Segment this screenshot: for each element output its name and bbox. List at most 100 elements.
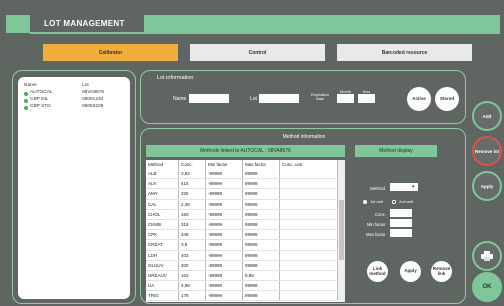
stored-button[interactable]: Stored [435, 87, 459, 111]
cell-min: -99999 [205, 239, 243, 251]
link-method-button[interactable]: Link method [367, 261, 388, 282]
cell-conc: 3,82 [178, 169, 206, 180]
lot-info-panel: Lot information Name Lot Expiration date… [140, 70, 466, 124]
table-scrollbar[interactable] [338, 160, 345, 302]
ok-button[interactable]: OK [472, 272, 502, 302]
cell-min: -99999 [205, 188, 243, 200]
remove-link-button[interactable]: Remove link [431, 261, 452, 282]
linked-methods-title: Methods linked to AUTOCAL : 08VA8676 [200, 148, 291, 154]
table-row[interactable]: TRIG 178 -99999 99999 [146, 290, 338, 302]
status-dot-icon [24, 105, 28, 110]
cell-max: 99999 [242, 290, 280, 302]
month-field[interactable] [337, 94, 354, 103]
lot-list-panel: Name Lot AUTOCAL 08VA8676 CBP DIL 080812… [12, 70, 136, 304]
table-row[interactable]: UREAUV 103 -99999 9,99 [146, 270, 338, 282]
name-label: Name [173, 96, 187, 102]
radio-first-unit[interactable] [363, 200, 367, 204]
list-item-name: CBP DIL [30, 97, 49, 102]
table-row[interactable]: AMY 325 -99999 99999 [146, 188, 338, 200]
remove-lot-button[interactable]: Remove lot [472, 136, 502, 166]
tab-barcoded-resource-label: Barcoded resource [381, 49, 428, 56]
cell-unit [279, 199, 338, 210]
title-bar: LOT MANAGEMENT [4, 5, 500, 34]
cell-unit [279, 219, 338, 231]
cell-unit [279, 239, 338, 251]
list-item[interactable]: AUTOCAL 08VA8676 [22, 90, 126, 97]
table-row[interactable]: ALK 415 -99999 99999 [146, 178, 338, 190]
method-display-title: Method display [379, 148, 413, 154]
cell-min: -99999 [205, 178, 243, 190]
method-select-label: Method [370, 186, 386, 191]
cell-conc: 318 [178, 219, 206, 231]
list-item[interactable]: CBP STD 08053229 [22, 104, 126, 111]
cell-max: 99999 [242, 199, 280, 210]
table-row[interactable]: CPK 349 -99999 99999 [146, 229, 338, 241]
table-row[interactable]: CKMB 318 -99999 99999 [146, 219, 338, 231]
table-row[interactable]: GLUUV 200 -99999 99999 [146, 260, 338, 271]
chevron-down-icon: ▾ [412, 184, 415, 190]
tab-barcoded-resource[interactable]: Barcoded resource [337, 44, 472, 61]
list-item-lot: 08081234 [82, 97, 104, 102]
min-factor-field[interactable] [390, 219, 412, 227]
cell-min: -99999 [205, 199, 243, 210]
scrollbar-thumb[interactable] [339, 200, 344, 260]
radio-first-label: 1st unit [370, 199, 383, 204]
active-button[interactable]: Active [407, 87, 431, 111]
name-field[interactable] [189, 94, 229, 103]
cell-method: TRIG [146, 290, 179, 302]
cell-conc: 4,98 [178, 280, 206, 292]
col-conc: Conc. [178, 160, 206, 169]
cell-unit [279, 280, 338, 292]
cell-conc: 415 [178, 178, 206, 190]
cell-unit [279, 209, 338, 220]
apply-link-button[interactable]: Apply [400, 261, 421, 282]
cell-conc: 3,8 [178, 239, 206, 251]
lot-field[interactable] [259, 94, 299, 103]
list-item[interactable]: CBP DIL 08081234 [22, 97, 126, 104]
apply-button[interactable]: Apply [472, 171, 502, 201]
title-accent [6, 15, 30, 33]
max-factor-field[interactable] [390, 229, 412, 237]
table-row[interactable]: CREAT 3,8 -99999 99999 [146, 239, 338, 251]
cell-max: 99999 [242, 250, 280, 261]
cell-conc: 349 [178, 229, 206, 241]
list-item-name: AUTOCAL [30, 90, 53, 95]
cell-max: 99999 [242, 260, 280, 271]
tab-calibrator[interactable]: Calibrator [43, 44, 178, 61]
col-conc-unit: Conc. unit [279, 160, 338, 169]
table-row[interactable]: ALB 3,82 -99999 99999 [146, 169, 338, 180]
year-field[interactable] [358, 94, 375, 103]
col-method: Method [146, 160, 179, 169]
cell-method: CAL [146, 199, 179, 210]
conc-field[interactable] [390, 209, 412, 217]
list-item-lot: 08053229 [82, 104, 104, 109]
table-row[interactable]: LDH 403 -99999 99999 [146, 250, 338, 261]
methods-table: Method Conc. Min factor Max factor Conc.… [146, 160, 338, 302]
cell-conc: 403 [178, 250, 206, 261]
cell-min: -99999 [205, 250, 243, 261]
add-button[interactable]: Add [472, 101, 502, 131]
cell-method: CKMB [146, 219, 179, 231]
method-select[interactable]: ▾ [390, 183, 418, 191]
list-item-lot: 08VA8676 [82, 90, 105, 95]
table-row[interactable]: CHOL 160 -99999 99999 [146, 209, 338, 220]
table-row[interactable]: CAL 2,38 -99999 99999 [146, 199, 338, 210]
cell-method: UREAUV [146, 270, 179, 282]
cell-unit [279, 229, 338, 241]
method-info-title: Method information [282, 134, 326, 140]
radio-second-label: 2nd unit [399, 199, 414, 204]
cell-unit [279, 250, 338, 261]
lot-label: Lot [250, 96, 257, 102]
cell-conc: 2,38 [178, 199, 206, 210]
cell-unit [279, 290, 338, 302]
cell-max: 99999 [242, 209, 280, 220]
lot-list-header-lot: Lot [82, 83, 89, 88]
max-factor-label: Max factor [366, 232, 386, 237]
tab-control[interactable]: Control [190, 44, 325, 61]
cell-max: 99999 [242, 219, 280, 231]
status-dot-icon [24, 98, 28, 103]
col-min-factor: Min factor [205, 160, 243, 169]
tab-control-label: Control [248, 49, 267, 56]
table-row[interactable]: UA 4,98 -99999 99999 [146, 280, 338, 292]
print-button[interactable] [472, 241, 502, 271]
